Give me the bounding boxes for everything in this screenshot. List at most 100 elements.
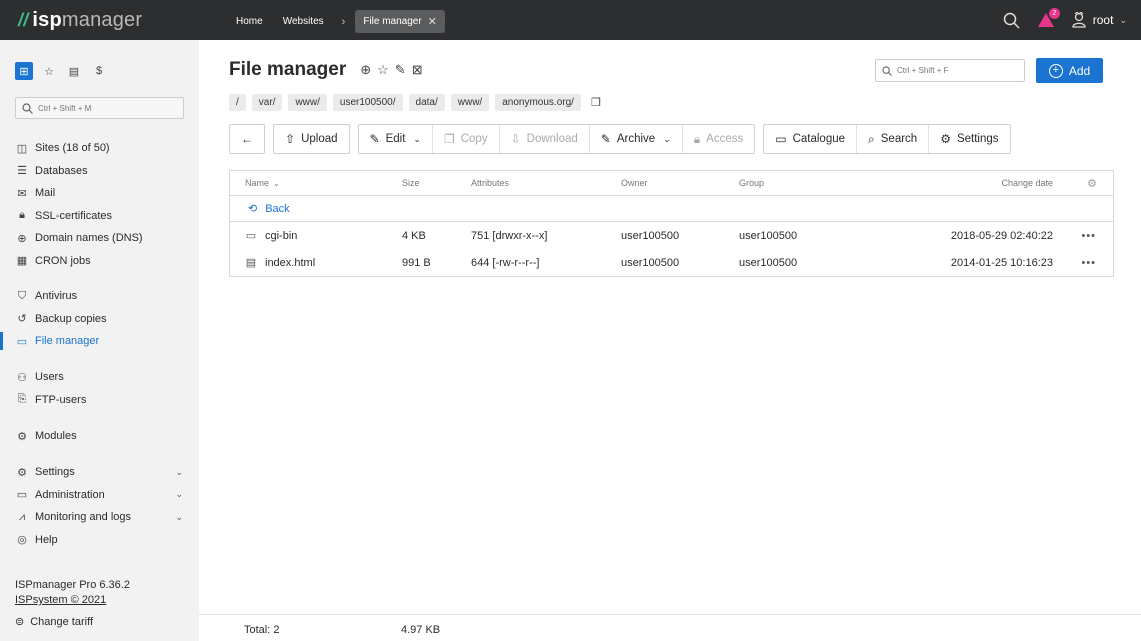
close-box-icon[interactable]: ⊠	[412, 62, 423, 78]
sidebar-item-cron[interactable]: ▦ CRON jobs	[0, 250, 199, 273]
column-attributes[interactable]: Attributes	[471, 178, 509, 188]
upload-button[interactable]: ⇧ Upload	[274, 125, 349, 153]
upload-group: ⇧ Upload	[273, 124, 350, 154]
breadcrumb-home[interactable]: Home	[228, 11, 271, 32]
folder-icon: ▭	[16, 335, 28, 348]
sidebar-item-administration[interactable]: ▭ Administration ⌄	[0, 484, 199, 507]
file-attributes: 644 [-rw-r--r--]	[471, 256, 540, 269]
lock-icon: 🔒︎	[693, 131, 701, 146]
path-segment[interactable]: data/	[408, 94, 445, 111]
tab-file-manager[interactable]: File manager ✕	[355, 10, 445, 33]
sidebar-item-databases[interactable]: ☰ Databases	[0, 160, 199, 183]
sidebar-item-backup[interactable]: ↺ Backup copies	[0, 308, 199, 331]
archive-icon: ✎	[600, 132, 611, 146]
sidebar-item-help[interactable]: ◎ Help	[0, 529, 199, 552]
main-search-input[interactable]	[897, 66, 1017, 75]
search-icon[interactable]	[995, 0, 1029, 40]
edit-label: Edit	[385, 133, 406, 145]
archive-button[interactable]: ✎ Archive ⌄	[590, 125, 683, 153]
user-name: root	[1092, 13, 1114, 27]
back-arrow-button[interactable]: ←	[230, 125, 264, 153]
gear-icon: ⚙	[940, 132, 951, 146]
sidebar-item-label: FTP-users	[35, 393, 87, 406]
column-change-date[interactable]: Change date	[1001, 178, 1053, 188]
copy-path-icon[interactable]: ❐	[591, 96, 601, 109]
download-button[interactable]: ⇩ Download	[500, 125, 590, 153]
path-segment[interactable]: www/	[450, 94, 490, 111]
column-size[interactable]: Size	[402, 178, 420, 188]
catalogue-button[interactable]: ▭ Catalogue	[764, 125, 858, 153]
file-attributes: 751 [drwxr-x--x]	[471, 229, 548, 242]
more-icon[interactable]: •••	[1081, 230, 1096, 242]
copy-button[interactable]: ❐ Copy	[433, 125, 500, 153]
sidebar-item-ssl[interactable]: 🔒︎ SSL-certificates	[0, 205, 199, 228]
download-icon: ⇩	[510, 132, 521, 146]
search-icon: ⌕	[868, 131, 875, 146]
change-tariff-link[interactable]: ⊜ Change tariff	[15, 615, 93, 629]
globe-icon[interactable]: ⊕	[360, 62, 371, 78]
main-search[interactable]	[875, 59, 1025, 82]
path-segment[interactable]: user100500/	[332, 94, 403, 111]
upload-icon: ⇧	[285, 132, 296, 146]
help-icon: ◎	[17, 534, 27, 547]
add-button[interactable]: + Add	[1036, 58, 1103, 83]
search-icon	[882, 65, 892, 76]
breadcrumb-websites[interactable]: Websites	[275, 11, 332, 32]
briefcase-icon[interactable]: ▤	[65, 62, 83, 80]
path-segment[interactable]: var/	[251, 94, 283, 111]
path-segment[interactable]: anonymous.org/	[495, 94, 581, 111]
path-segment[interactable]: www/	[288, 94, 327, 111]
user-menu[interactable]: root ⌄	[1063, 12, 1141, 28]
copy-label: Copy	[460, 133, 488, 145]
table-row[interactable]: ▭ cgi-bin 4 KB 751 [drwxr-x--x] user10050…	[230, 222, 1113, 249]
star-icon[interactable]: ☆	[377, 62, 389, 78]
search-button[interactable]: ⌕ Search	[857, 125, 930, 153]
path-segment[interactable]: /	[229, 94, 246, 111]
copyright-link[interactable]: ISPsystem © 2021	[15, 593, 130, 608]
column-name[interactable]: Name ⌄	[245, 178, 280, 188]
sidebar-item-label: Administration	[35, 488, 105, 501]
toolbar: ← ⇧ Upload ✎ Edit ⌄ ❐ Copy ⇩ Download ✎ Archiv…	[229, 124, 1011, 154]
sidebar-item-modules[interactable]: ⚙ Modules	[0, 425, 199, 448]
ispmanager-logo[interactable]: // isp manager	[18, 9, 142, 32]
sidebar-item-label: Databases	[35, 164, 88, 177]
sidebar-item-label: Sites (18 of 50)	[35, 142, 110, 155]
sidebar-item-mail[interactable]: ✉ Mail	[0, 182, 199, 205]
file-date: 2018-05-29 02:40:22	[950, 229, 1053, 242]
close-icon[interactable]: ✕	[428, 15, 437, 28]
settings-button[interactable]: ⚙ Settings	[929, 125, 1009, 153]
sidebar-search[interactable]	[15, 97, 184, 119]
database-icon: ☰	[17, 165, 27, 178]
tree-icon[interactable]: ⊞	[15, 62, 33, 80]
sidebar-item-label: Settings	[35, 466, 75, 479]
column-group[interactable]: Group	[739, 178, 764, 188]
table-row[interactable]: ▤ index.html 991 B 644 [-rw-r--r--] user1…	[230, 249, 1113, 276]
pin-icon[interactable]: ✎	[395, 62, 406, 78]
sidebar-item-sites[interactable]: ◫ Sites (18 of 50)	[0, 137, 199, 160]
column-owner[interactable]: Owner	[621, 178, 648, 188]
star-icon[interactable]: ☆	[40, 62, 58, 80]
edit-button[interactable]: ✎ Edit ⌄	[359, 125, 433, 153]
sidebar-item-file-manager[interactable]: ▭ File manager	[0, 330, 199, 353]
access-button[interactable]: 🔒︎ Access	[683, 125, 754, 153]
edit-group: ✎ Edit ⌄ ❐ Copy ⇩ Download ✎ Archive ⌄ 🔒︎ Acces…	[357, 124, 756, 154]
gear-icon[interactable]: ⚙	[1087, 177, 1097, 190]
sidebar-item-settings[interactable]: ⚙ Settings ⌄	[0, 461, 199, 484]
arrow-left-icon: ←	[241, 132, 253, 146]
sidebar-item-users[interactable]: ⚇ Users	[0, 366, 199, 389]
sidebar-search-input[interactable]	[38, 103, 168, 113]
more-icon[interactable]: •••	[1081, 257, 1096, 269]
sidebar-item-dns[interactable]: ⊕ Domain names (DNS)	[0, 227, 199, 250]
nav-tools-group: ▭ Catalogue ⌕ Search ⚙ Settings	[763, 124, 1011, 154]
sidebar-item-monitoring[interactable]: ⩘ Monitoring and logs ⌄	[0, 506, 199, 529]
back-row[interactable]: ⟲ Back	[230, 196, 1113, 222]
total-count: Total: 2	[244, 624, 280, 636]
nav-group-tools: ⛉ Antivirus ↺ Backup copies ▭ File manager	[0, 285, 199, 353]
mail-icon: ✉	[17, 187, 27, 200]
notifications-icon[interactable]: 2	[1029, 0, 1063, 40]
sites-icon: ◫	[16, 142, 28, 155]
sidebar-item-ftp-users[interactable]: ⎘ FTP-users	[0, 389, 199, 412]
sidebar-item-antivirus[interactable]: ⛉ Antivirus	[0, 285, 199, 308]
dollar-icon[interactable]: $	[90, 62, 108, 80]
file-group: user100500	[739, 256, 798, 269]
